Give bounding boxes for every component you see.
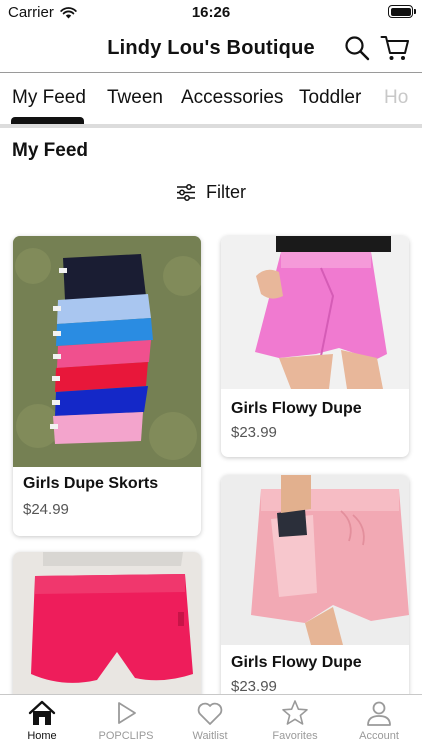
product-image [13,552,201,712]
tab-home[interactable]: Ho [384,87,408,109]
filter-sliders-icon [177,184,195,201]
product-card[interactable]: Girls Flowy Dupe $23.99 [221,236,409,457]
product-image [221,236,409,389]
tab-tween[interactable]: Tween [107,87,163,109]
battery-icon [388,5,416,18]
bottom-nav: Home POPCLIPS Waitlist Favorites Account [0,694,422,750]
product-price: $23.99 [231,678,277,695]
cart-icon [380,36,409,60]
product-image [221,475,409,645]
product-name: Girls Dupe Skorts [23,475,159,492]
play-icon [118,702,136,724]
product-image [13,236,201,467]
tab-accessories[interactable]: Accessories [181,87,283,109]
product-price: $24.99 [23,501,69,518]
nav-favorites[interactable]: Favorites [253,699,337,749]
product-card[interactable]: Girls Flowy Dupe $23.99 [221,475,409,715]
tab-my-feed[interactable]: My Feed [12,87,86,109]
cart-button[interactable] [380,34,409,62]
home-icon [28,700,56,725]
nav-popclips[interactable]: POPCLIPS [84,699,168,749]
product-card[interactable] [13,552,201,712]
product-card[interactable]: Girls Dupe Skorts $24.99 [13,236,201,536]
nav-label: Waitlist [192,730,228,742]
product-name: Girls Flowy Dupe [231,654,362,671]
tab-toddler[interactable]: Toddler [299,87,361,109]
nav-account[interactable]: Account [337,699,421,749]
nav-home[interactable]: Home [0,699,84,749]
nav-label: Home [27,730,57,742]
nav-label: POPCLIPS [98,730,154,742]
tabs-divider [0,124,422,128]
person-icon [367,701,391,726]
nav-label: Favorites [272,730,318,742]
search-icon [345,36,370,61]
section-title: My Feed [12,140,89,161]
category-tabs: My Feed Tween Accessories Toddler Ho [0,73,422,125]
nav-waitlist[interactable]: Waitlist [168,699,252,749]
status-bar: Carrier 16:26 [0,0,422,24]
heart-icon [197,702,223,725]
nav-label: Account [359,730,399,742]
clock: 16:26 [191,4,231,21]
product-name: Girls Flowy Dupe [231,400,362,417]
app-header: Lindy Lou's Boutique [0,24,422,72]
product-price: $23.99 [231,424,277,441]
filter-button[interactable]: Filter [176,182,246,203]
search-button[interactable] [343,34,371,62]
filter-label: Filter [206,182,246,202]
active-tab-indicator [11,117,84,124]
star-icon [282,700,308,725]
